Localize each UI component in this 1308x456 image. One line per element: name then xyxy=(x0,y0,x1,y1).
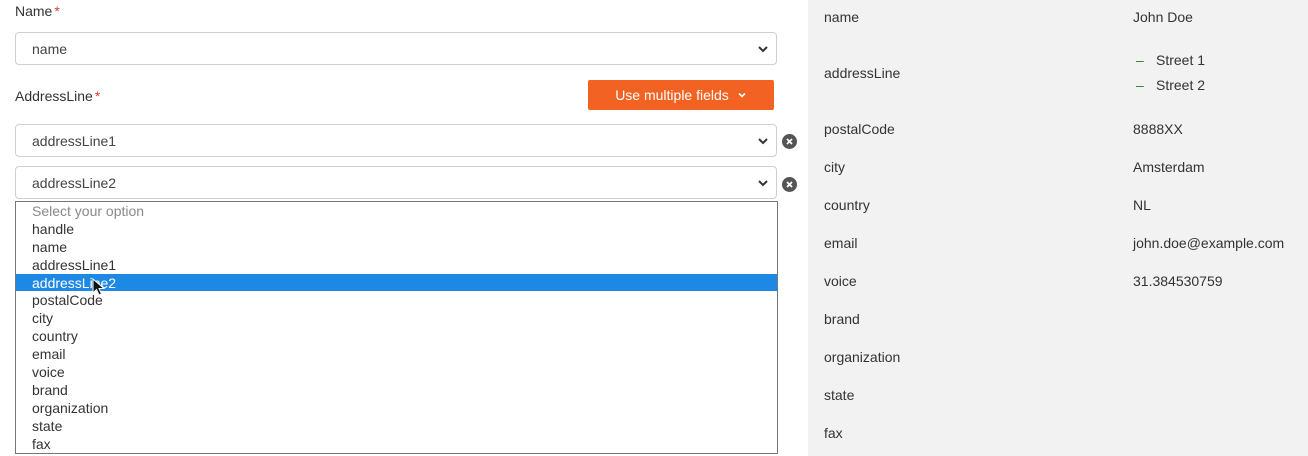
address-line2-select[interactable]: addressLine2 xyxy=(15,166,777,199)
remove-address-line1-button[interactable] xyxy=(782,134,797,149)
name-select-value: name xyxy=(32,41,68,57)
preview-value-city: Amsterdam xyxy=(1133,159,1205,175)
preview-key-voice: voice xyxy=(824,273,857,289)
chevron-down-icon xyxy=(758,138,768,145)
preview-key-fax: fax xyxy=(824,425,843,441)
list-item: – Street 2 xyxy=(1136,77,1205,102)
dropdown-option-name[interactable]: name xyxy=(16,238,777,256)
dropdown-option-voice[interactable]: voice xyxy=(16,363,777,381)
dropdown-option-fax[interactable]: fax xyxy=(16,435,777,453)
chevron-down-icon xyxy=(738,92,746,98)
use-multiple-fields-button[interactable]: Use multiple fields xyxy=(588,80,774,110)
preview-value-email: john.doe@example.com xyxy=(1133,235,1285,251)
close-circle-icon xyxy=(786,138,793,145)
dropdown-option-organization[interactable]: organization xyxy=(16,399,777,417)
dropdown-option-state[interactable]: state xyxy=(16,417,777,435)
address-street-2: Street 2 xyxy=(1156,77,1206,93)
dropdown-option-addressline2[interactable]: addressLine2 xyxy=(16,273,777,292)
preview-value-voice: 31.384530759 xyxy=(1133,273,1223,289)
chevron-down-icon xyxy=(758,46,768,53)
bullet-dash: – xyxy=(1136,52,1144,68)
preview-key-email: email xyxy=(824,235,858,251)
preview-value-country: NL xyxy=(1133,197,1151,213)
required-mark: * xyxy=(54,3,60,19)
multi-button-label: Use multiple fields xyxy=(615,87,729,103)
preview-key-organization: organization xyxy=(824,349,901,365)
dropdown-option-postalcode[interactable]: postalCode xyxy=(16,291,777,309)
address-label-text: AddressLine xyxy=(15,88,93,104)
name-field-label: Name * xyxy=(15,3,60,19)
close-circle-icon xyxy=(786,181,793,188)
preview-key-state: state xyxy=(824,387,855,403)
mouse-pointer-icon xyxy=(92,278,106,296)
address-line2-dropdown-list: Select your option handle name addressLi… xyxy=(15,201,778,454)
name-select[interactable]: name xyxy=(15,32,777,65)
name-label-text: Name xyxy=(15,3,53,19)
preview-value-name: John Doe xyxy=(1133,9,1193,25)
address-line1-value: addressLine1 xyxy=(32,133,117,149)
dropdown-option-brand[interactable]: brand xyxy=(16,381,777,399)
preview-key-name: name xyxy=(824,9,860,25)
preview-value-postalcode: 8888XX xyxy=(1133,121,1183,137)
address-line2-value: addressLine2 xyxy=(32,175,117,191)
address-street-1: Street 1 xyxy=(1156,52,1206,68)
preview-key-postalcode: postalCode xyxy=(824,121,895,137)
preview-key-brand: brand xyxy=(824,311,860,327)
preview-key-addressline: addressLine xyxy=(824,65,901,81)
mapping-form: Name * name AddressLine * Use multiple fie… xyxy=(0,0,808,456)
required-mark: * xyxy=(94,88,101,104)
preview-key-city: city xyxy=(824,159,845,175)
dropdown-option-email[interactable]: email xyxy=(16,345,777,363)
dropdown-option-country[interactable]: country xyxy=(16,327,777,345)
address-field-label: AddressLine * xyxy=(15,88,100,104)
preview-key-country: country xyxy=(824,197,870,213)
chevron-down-icon xyxy=(758,180,768,187)
list-item: – Street 1 xyxy=(1136,52,1205,77)
bullet-dash: – xyxy=(1136,77,1144,93)
dropdown-placeholder[interactable]: Select your option xyxy=(16,202,777,220)
dropdown-option-addressline1[interactable]: addressLine1 xyxy=(16,256,777,274)
preview-address-list: – Street 1 – Street 2 xyxy=(1136,52,1205,102)
remove-address-line2-button[interactable] xyxy=(782,177,797,192)
dropdown-option-city[interactable]: city xyxy=(16,309,777,327)
address-line1-select[interactable]: addressLine1 xyxy=(15,124,777,157)
dropdown-option-handle[interactable]: handle xyxy=(16,220,777,238)
